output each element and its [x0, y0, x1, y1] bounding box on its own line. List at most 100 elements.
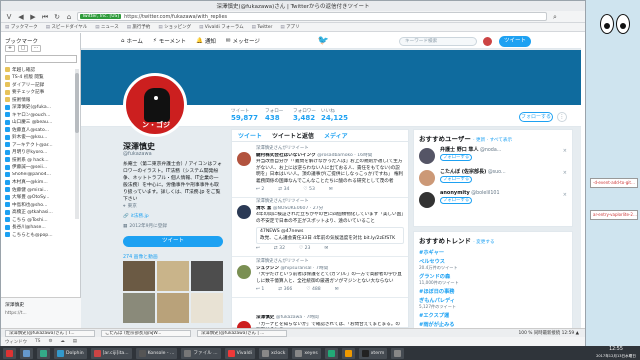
tab-tweets[interactable]: ツイート	[238, 131, 262, 140]
nav-notifications[interactable]: 🔔 通知	[196, 37, 216, 45]
bookmark-item[interactable]: Twitter	[252, 25, 272, 30]
taskbar-item[interactable]: ファイル ...	[181, 347, 221, 359]
bookmark-item[interactable]: こちら @Toshi...	[5, 216, 79, 224]
browser-tab[interactable]: 深澤慎史(@fukazawa)さん | T...	[5, 329, 95, 337]
user-name[interactable]: こたんぼ (佐宗部長) @suo...	[440, 168, 572, 175]
stat-following[interactable]: フォロー 438	[265, 108, 283, 122]
bookmark-item[interactable]: 佐藤直人@sato...	[5, 126, 79, 134]
profile-avatar[interactable]: ン・ゴジ	[123, 73, 187, 137]
more-button[interactable]: ⋯	[31, 45, 41, 52]
follow-user-button[interactable]: フォローする	[440, 176, 472, 183]
taskbar-item[interactable]: Dolphin	[54, 347, 87, 359]
message-icon[interactable]: ✉	[324, 246, 328, 253]
bookmark-item[interactable]: 月明り＠kyoro...	[5, 149, 79, 157]
bookmark-item[interactable]: 年越し確認	[5, 66, 79, 74]
settings-icon[interactable]: ⚙	[48, 339, 52, 344]
account-avatar[interactable]	[483, 37, 492, 46]
bookmark-item[interactable]: こちらとも@pop...	[5, 231, 79, 239]
bookmark-item[interactable]: 高橋正 @tkahasi...	[5, 209, 79, 217]
forward-icon[interactable]: ▶	[29, 13, 37, 21]
new-folder-button[interactable]: ▢	[18, 45, 28, 52]
retweet-button[interactable]: ⇄ 32	[274, 246, 285, 253]
tweet-avatar[interactable]	[237, 152, 251, 166]
search-icon[interactable]: ⌕	[551, 13, 559, 21]
reply-button[interactable]: ↩ 2	[256, 187, 264, 194]
media-thumb[interactable]	[191, 261, 223, 291]
media-thumb[interactable]	[191, 293, 223, 323]
desktop-note[interactable]: ar-entry-vaplorlite-2017/1	[590, 210, 638, 220]
taskbar-item[interactable]	[391, 347, 405, 359]
media-thumb[interactable]	[157, 293, 189, 323]
bookmark-item[interactable]: 山口慶三 @beau...	[5, 119, 79, 127]
address-bar[interactable]: Twitter, Inc. [US] https://twitter.com/f…	[77, 12, 547, 21]
rewind-icon[interactable]: ⏮	[41, 13, 49, 21]
reply-button[interactable]: ↩ 1	[256, 287, 264, 294]
taskbar-item[interactable]: Konsole - ...	[135, 347, 178, 359]
trend-item[interactable]: グランドの森 11,000件のツイート	[414, 272, 572, 287]
add-bookmark-button[interactable]: +	[5, 45, 15, 52]
tweet[interactable]: 深澤慎史 @fukazawa · 7時間 「カーナビを知らないか」で確認されては、…	[232, 312, 408, 328]
taskbar-item[interactable]: xeyes	[292, 347, 321, 359]
trend-item[interactable]: #ほぼ日の事務	[414, 287, 572, 296]
twitter-bird-icon[interactable]: 🐦	[318, 36, 329, 46]
taskbar-item[interactable]	[20, 347, 33, 359]
tweet[interactable]: 深澤慎史さんがリツイート シュクシン @hipsuransal · 7時間 「大学だ…	[232, 256, 408, 298]
bookmark-item[interactable]: 技術系 @ hack...	[5, 156, 79, 164]
bookmark-item[interactable]: スピードダイヤル	[46, 24, 87, 30]
retweet-button[interactable]: ⇄ 366	[278, 287, 292, 294]
bookmark-item[interactable]: キヤロン@ouch...	[5, 111, 79, 119]
profile-link[interactable]: 🔗 it法務.jp	[123, 213, 223, 220]
bookmark-item[interactable]: 大塚豊 @OtoSy...	[5, 194, 79, 202]
bookmark-item[interactable]: ダイアリー記録	[5, 81, 79, 89]
cloud-icon[interactable]: ☁	[60, 339, 64, 344]
media-thumb[interactable]	[123, 293, 155, 323]
refresh-link[interactable]: · 更新 · すべて表示	[473, 138, 512, 143]
bookmark-item[interactable]: ニュース	[95, 24, 119, 30]
bookmark-item[interactable]: Vivaldi フォーラム	[199, 24, 244, 30]
dismiss-icon[interactable]: ×	[563, 148, 567, 154]
retweet-button[interactable]: ⇄ 34	[278, 187, 289, 194]
tweet-author[interactable]: シュクシン	[256, 266, 279, 271]
trend-item[interactable]: ぎもんパレディ 5,127件のツイート	[414, 296, 572, 311]
tweet-avatar[interactable]	[237, 321, 251, 328]
follow-button[interactable]: フォローする	[519, 112, 553, 122]
status-item[interactable]: TS	[35, 339, 40, 344]
media-thumb[interactable]	[123, 261, 155, 291]
stat-likes[interactable]: いいね 24,125	[321, 108, 348, 122]
like-button[interactable]: ♡ 488	[306, 287, 320, 294]
change-trends-link[interactable]: · 変更する	[473, 240, 494, 245]
tweet[interactable]: 深澤慎史さんがリツイート 清水 潔 @NOSUKE0607 · 27分 4年の間に検…	[232, 196, 408, 257]
bookmark-item[interactable]: 伊藤誠一@seii...	[5, 164, 79, 172]
user-avatar[interactable]	[419, 148, 435, 164]
taskbar-item[interactable]: Vivaldi	[224, 347, 255, 359]
bookmark-item[interactable]: 深澤慎史(@fuka...	[5, 104, 79, 112]
trend-item[interactable]: #エクスプ運	[414, 311, 572, 320]
taskbar-item[interactable]	[324, 347, 338, 359]
tweet-avatar[interactable]	[237, 205, 251, 219]
user-name[interactable]: 弁護士 野口 隼人 @noda...	[440, 146, 572, 153]
tab-media[interactable]: メディア	[324, 131, 348, 140]
bookmark-item[interactable]: TS-4 初版 閲覧	[5, 74, 79, 82]
message-icon[interactable]: ✉	[329, 187, 333, 194]
bookmark-item[interactable]: 旅行予約	[127, 24, 150, 30]
bookmark-item[interactable]: ブックマーク	[5, 24, 38, 30]
stat-followers[interactable]: フォロワー 3,482	[293, 108, 316, 122]
tweet-avatar[interactable]	[237, 265, 251, 279]
scrollbar-thumb[interactable]	[75, 73, 79, 133]
taskbar-item[interactable]	[341, 347, 355, 359]
reply-button[interactable]: ↩	[256, 246, 260, 253]
bookmark-item[interactable]: 中島和也@sho...	[5, 201, 79, 209]
user-avatar[interactable]	[419, 170, 435, 186]
more-options-icon[interactable]: ⋮	[557, 112, 567, 122]
tweet-author[interactable]: 清水 潔	[256, 206, 271, 211]
bookmark-item[interactable]: Shohei@pano4...	[5, 171, 79, 179]
tweet[interactable]: 深澤慎史さんがリツイート 鍵村株式会社はいないインク @rosadbamoko ·…	[232, 143, 408, 198]
browser-tab[interactable]: 深澤慎史(@fukazawa)さん | ...	[197, 329, 287, 337]
panel-icon[interactable]: ▤	[73, 339, 77, 344]
stat-tweets[interactable]: ツイート 59,877	[231, 108, 258, 122]
bookmark-item[interactable]: 鈴木俊一@ksu...	[5, 134, 79, 142]
trend-item[interactable]: #ホギャー	[414, 248, 572, 257]
taskbar-clock[interactable]: 12:55 2017年12月13日水曜日	[592, 346, 640, 360]
media-link[interactable]: 274 画像と動画	[123, 253, 158, 260]
follow-user-button[interactable]: フォローする	[440, 197, 472, 204]
